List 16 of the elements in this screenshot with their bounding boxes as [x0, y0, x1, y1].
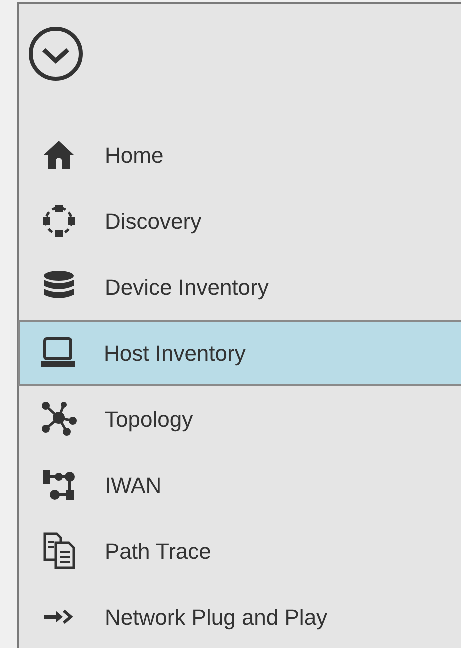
home-icon: [42, 138, 76, 172]
connected-nodes-icon: [41, 467, 77, 503]
collapse-chevron-icon[interactable]: [28, 26, 84, 82]
nav-item[interactable]: Discovery: [19, 188, 461, 254]
network-nodes-icon: [40, 401, 78, 437]
nav-item[interactable]: Network Plug and Play: [19, 584, 461, 648]
documents-icon: [41, 532, 77, 570]
double-arrow-icon: [42, 608, 76, 626]
discovery-icon: [41, 203, 77, 239]
nav-item[interactable]: Host Inventory: [18, 320, 461, 386]
nav-item[interactable]: Home: [19, 122, 461, 188]
laptop-icon: [39, 336, 77, 370]
nav-item[interactable]: IWAN: [19, 452, 461, 518]
nav-item[interactable]: Path Trace: [19, 518, 461, 584]
nav-item[interactable]: Topology: [19, 386, 461, 452]
nav-item[interactable]: Device Inventory: [19, 254, 461, 320]
